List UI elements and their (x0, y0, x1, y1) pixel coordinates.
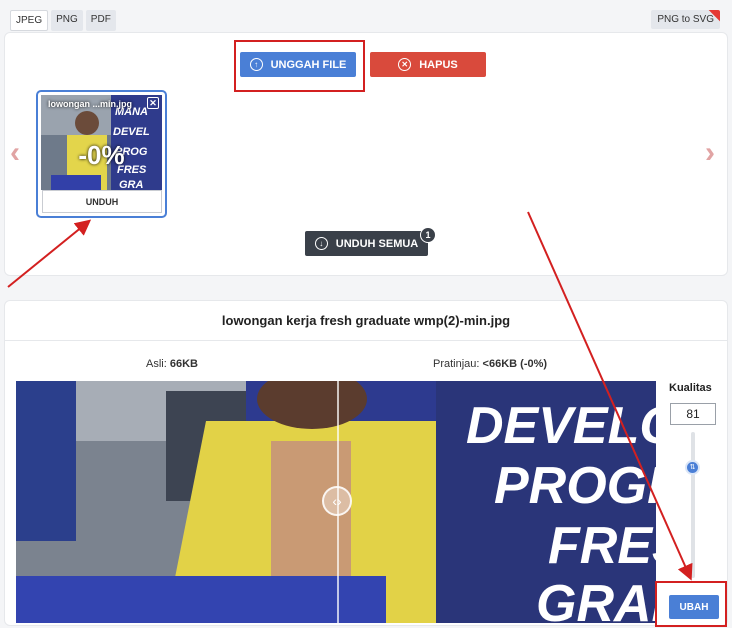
preview-divider (4, 340, 728, 341)
comparison-drag-handle[interactable]: ‹› (322, 486, 352, 516)
download-all-button[interactable]: ↓ UNDUH SEMUA (305, 231, 428, 256)
quality-slider-knob[interactable]: ⇅ (685, 459, 700, 475)
preview-title: lowongan kerja fresh graduate wmp(2)-min… (221, 313, 511, 328)
remove-file-icon[interactable]: ✕ (147, 97, 159, 109)
highlight-apply (655, 581, 727, 627)
preview-size: Pratinjau: <66KB (-0%) (433, 358, 547, 370)
original-size: Asli: 66KB (146, 358, 198, 370)
tab-png-to-svg[interactable]: PNG to SVG (651, 10, 720, 29)
tab-jpeg[interactable]: JPEG (10, 10, 49, 31)
tab-png-to-svg-label: PNG to SVG (657, 14, 714, 25)
svg-text:GRA: GRA (119, 179, 144, 190)
tab-png[interactable]: PNG (51, 10, 83, 31)
download-all-label: UNDUH SEMUA (335, 237, 419, 250)
quality-slider-track[interactable] (691, 432, 695, 578)
viewer-text-line-1: DEVELOP (466, 397, 656, 455)
viewer-text-line-4: GRADU (536, 575, 656, 623)
delete-button[interactable]: ✕ HAPUS (370, 52, 486, 77)
original-size-label: Asli: (146, 358, 167, 370)
quality-label: Kualitas (669, 382, 712, 394)
format-tabs: JPEG PNG PDF (10, 10, 116, 31)
highlight-upload (234, 40, 365, 92)
comparison-viewer[interactable]: DEVELOP PROGRA FRESH GRADU ‹› (16, 381, 656, 623)
download-count-badge: 1 (420, 227, 436, 243)
file-thumbnail-card: MANA DEVEL PROG FRES GRA lowongan ...min… (36, 90, 167, 218)
thumbnail-filename: lowongan ...min.jpg (48, 99, 132, 109)
delete-label: HAPUS (419, 58, 458, 71)
close-circle-icon: ✕ (398, 58, 412, 71)
quality-input[interactable] (670, 403, 716, 425)
download-file-button[interactable]: UNDUH (42, 190, 162, 213)
original-size-value: 66KB (169, 358, 198, 370)
preview-size-value: <66KB (-0%) (482, 358, 548, 370)
svg-text:DEVEL: DEVEL (113, 126, 150, 138)
viewer-text-line-3: FRESH (548, 517, 656, 575)
viewer-text-line-2: PROGRA (494, 457, 656, 515)
next-arrow-icon[interactable]: › (705, 136, 715, 170)
download-arrow-icon: ↓ (314, 237, 328, 250)
preview-size-label: Pratinjau: (433, 358, 480, 370)
prev-arrow-icon[interactable]: ‹ (10, 136, 20, 170)
tab-pdf[interactable]: PDF (85, 10, 116, 31)
thumbnail-reduction: -0% (78, 140, 125, 170)
